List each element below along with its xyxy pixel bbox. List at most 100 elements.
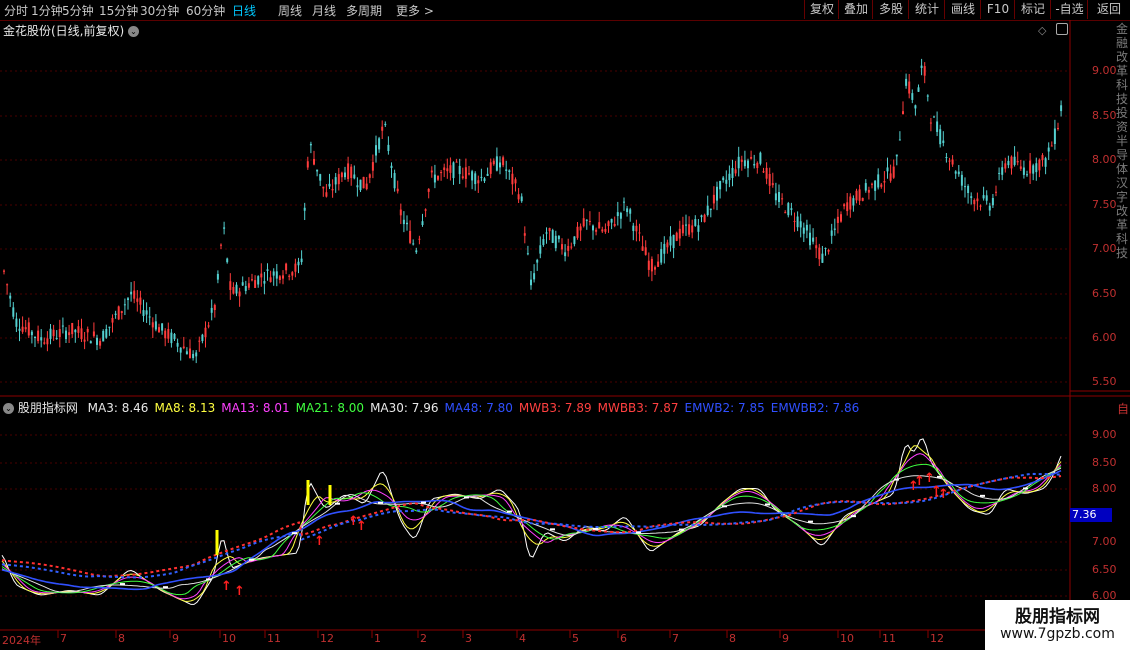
period-tab-8[interactable]: 月线: [312, 2, 336, 19]
toolbar-button-8[interactable]: 返回: [1087, 0, 1130, 19]
period-tab-3[interactable]: 15分钟: [99, 2, 138, 19]
indicator-axis-label: 7.00: [1092, 535, 1117, 548]
period-tab-7[interactable]: 周线: [278, 2, 302, 19]
month-label: 4: [519, 632, 526, 645]
price-axis-label: 7.00: [1092, 242, 1117, 255]
candle: [402, 211, 405, 233]
month-label: 1: [374, 632, 381, 645]
chevron-down-icon[interactable]: ⌄: [128, 26, 140, 37]
candle: [957, 164, 960, 177]
dash-marker: [851, 515, 856, 518]
toolbar-button-4[interactable]: 画线: [944, 0, 981, 19]
period-tab-10[interactable]: 更多 >: [396, 2, 434, 19]
dash-marker: [292, 532, 297, 535]
candle: [173, 333, 176, 341]
candle: [657, 254, 660, 268]
candle: [871, 182, 873, 189]
candle: [241, 276, 244, 287]
period-tab-6[interactable]: 日线: [232, 2, 256, 19]
candle: [700, 214, 703, 223]
candle: [337, 167, 340, 191]
stock-title[interactable]: 金花股份(日线,前复权) ⌄: [3, 22, 140, 39]
candle: [399, 203, 402, 225]
candle: [765, 162, 768, 185]
candle: [164, 328, 167, 347]
candle: [753, 154, 756, 169]
dash-marker: [507, 510, 512, 513]
legend-item: EMWB2: 7.85: [684, 401, 765, 415]
candle: [768, 167, 771, 195]
period-tab-0[interactable]: 分时: [4, 2, 28, 19]
period-tab-5[interactable]: 60分钟: [186, 2, 225, 19]
candle: [967, 184, 970, 204]
candle: [508, 169, 511, 180]
trend-line: [1, 475, 1062, 578]
candle: [83, 331, 86, 350]
candle: [697, 219, 700, 241]
candle: [368, 173, 371, 184]
period-tab-9[interactable]: 多周期: [346, 2, 382, 19]
candle: [867, 186, 870, 200]
candle: [926, 94, 929, 102]
candle: [111, 314, 114, 333]
candle: [539, 236, 542, 259]
candle: [716, 181, 718, 211]
candle: [344, 166, 346, 180]
candle: [356, 177, 359, 197]
candle: [669, 226, 672, 252]
candle: [712, 186, 715, 210]
candle: [861, 197, 864, 202]
toolbar-button-2[interactable]: 多股: [872, 0, 909, 19]
candle: [557, 234, 560, 243]
candle: [641, 235, 644, 251]
window-toggle-icon[interactable]: [1056, 23, 1068, 35]
chevron-down-icon[interactable]: ⌄: [3, 403, 14, 414]
diamond-icon[interactable]: ◇: [1038, 24, 1046, 37]
toolbar-button-7[interactable]: -自选: [1050, 0, 1088, 19]
toolbar-button-0[interactable]: 复权: [804, 0, 839, 19]
indicator-title[interactable]: ⌄ 股朋指标网 MA3: 8.46 MA8: 8.13 MA13: 8.01 MA21…: [3, 399, 859, 416]
candle: [226, 257, 229, 264]
candle: [406, 215, 408, 231]
legend-item: MWBB3: 7.87: [597, 401, 679, 415]
dash-marker: [679, 528, 684, 531]
legend-item: MA21: 8.00: [295, 401, 365, 415]
toolbar-button-6[interactable]: 标记: [1014, 0, 1051, 19]
candle: [722, 176, 725, 183]
candle: [635, 219, 638, 242]
candle: [309, 141, 312, 154]
candle: [691, 219, 694, 239]
dash-marker: [808, 520, 813, 523]
candle: [1016, 151, 1019, 166]
candle: [325, 184, 328, 198]
candle: [933, 115, 935, 118]
period-tab-1[interactable]: 1分钟: [31, 2, 63, 19]
candle: [886, 157, 889, 179]
candle: [638, 223, 641, 242]
candle: [74, 328, 77, 343]
candle: [567, 238, 570, 257]
legend-item: MA8: 8.13: [154, 401, 216, 415]
candle: [747, 158, 749, 178]
candle: [706, 195, 709, 217]
toolbar-button-3[interactable]: 统计: [908, 0, 945, 19]
toolbar-button-5[interactable]: F10: [980, 0, 1015, 19]
candle: [192, 350, 195, 361]
candle: [846, 192, 849, 216]
candle: [793, 212, 796, 232]
candle: [920, 58, 923, 76]
candle: [424, 208, 427, 218]
period-tab-4[interactable]: 30分钟: [140, 2, 179, 19]
period-tab-2[interactable]: 5分钟: [62, 2, 94, 19]
candle: [1057, 122, 1059, 131]
candle: [371, 154, 374, 179]
candle: [443, 163, 446, 178]
dash-marker: [980, 494, 985, 497]
candle: [179, 347, 182, 361]
toolbar-button-1[interactable]: 叠加: [838, 0, 873, 19]
candle: [824, 247, 827, 256]
candle: [1001, 160, 1004, 181]
candle: [905, 73, 908, 89]
candle: [533, 264, 536, 283]
candle: [189, 339, 191, 359]
